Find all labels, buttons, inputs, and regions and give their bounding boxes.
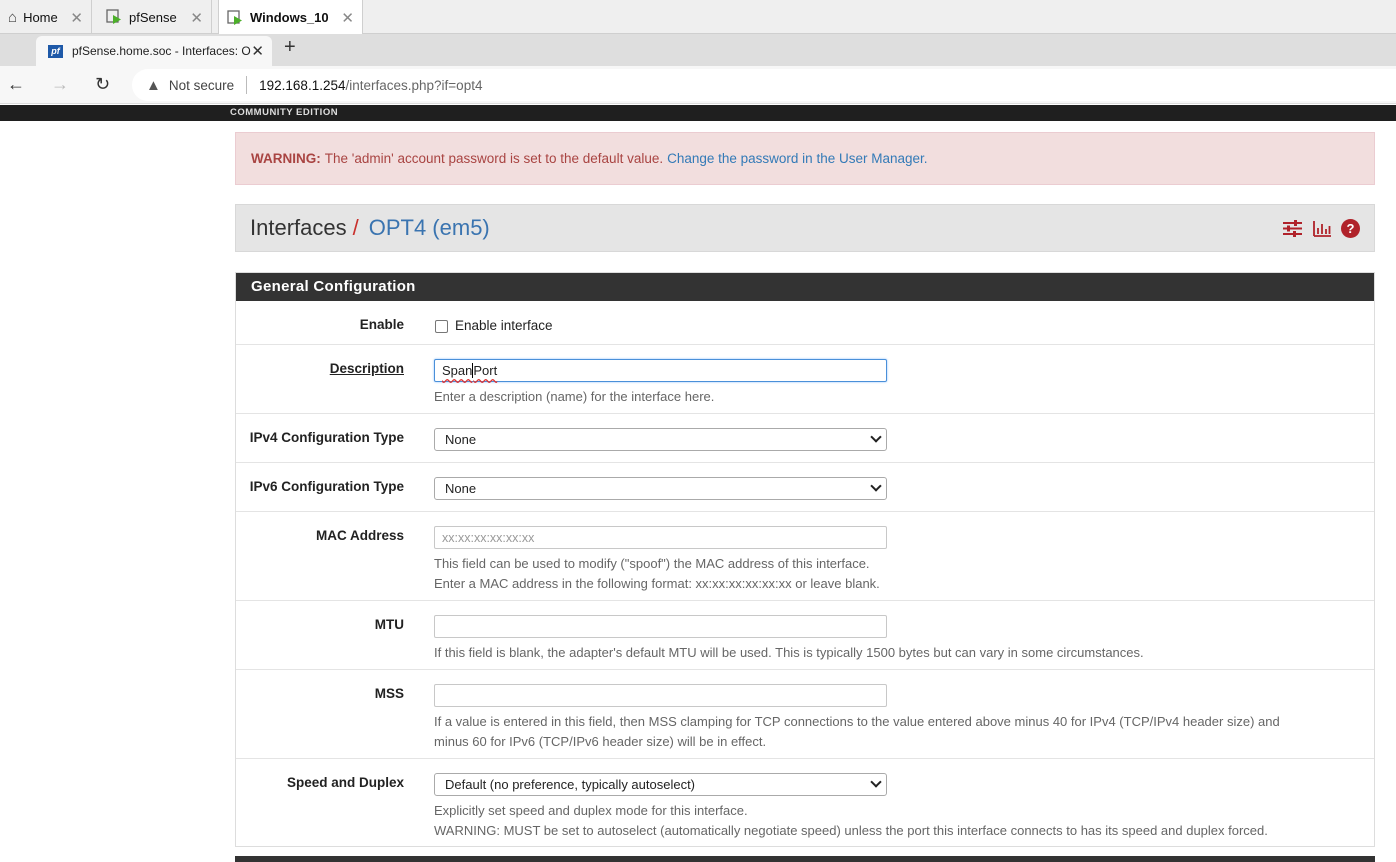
- vm-tab-pfsense[interactable]: pfSense ✕: [98, 0, 212, 34]
- bar-chart-icon[interactable]: [1312, 219, 1331, 238]
- sliders-icon[interactable]: [1283, 219, 1302, 238]
- mac-placeholder: xx:xx:xx:xx:xx:xx: [442, 530, 535, 545]
- ipv4-label: IPv4 Configuration Type: [249, 430, 404, 445]
- panel-title: General Configuration: [236, 273, 1374, 301]
- speed-duplex-help-1: Explicitly set speed and duplex mode for…: [434, 803, 748, 818]
- divider: [246, 76, 248, 94]
- description-value-part1: Span: [442, 363, 473, 378]
- url-host: 192.168.1.254: [259, 77, 346, 93]
- mtu-label: MTU: [374, 617, 404, 632]
- address-bar-row: ← → ↻ ▲ Not secure 192.168.1.254 /interf…: [0, 66, 1396, 104]
- help-icon[interactable]: ?: [1341, 219, 1360, 238]
- speed-duplex-help-2: WARNING: MUST be set to autoselect (auto…: [434, 823, 1268, 838]
- pfsense-header: COMMUNITY EDITION: [0, 105, 1396, 121]
- mss-help-2: minus 60 for IPv6 (TCP/IPv6 header size)…: [434, 734, 767, 749]
- ipv6-label: IPv6 Configuration Type: [249, 479, 404, 494]
- browser-tab-title: pfSense.home.soc - Interfaces: O: [72, 44, 251, 58]
- mac-input[interactable]: xx:xx:xx:xx:xx:xx: [434, 526, 887, 549]
- back-icon[interactable]: ←: [7, 74, 25, 95]
- breadcrumb: Interfaces / OPT4 (em5) ?: [235, 204, 1375, 252]
- alert-label: WARNING:: [251, 151, 321, 166]
- breadcrumb-separator: /: [352, 215, 359, 240]
- vm-tab-home[interactable]: ⌂ Home ✕: [0, 0, 92, 34]
- vm-tab-label: Home: [23, 9, 58, 25]
- home-icon: ⌂: [8, 8, 18, 26]
- mss-help-1: If a value is entered in this field, the…: [434, 714, 1280, 729]
- vm-tab-bar: ⌂ Home ✕ pfSense ✕ Windows_10 ✕: [0, 0, 1396, 35]
- mss-row: MSS If a value is entered in this field,…: [236, 669, 1374, 758]
- url-path: /interfaces.php?if=opt4: [345, 77, 483, 93]
- close-icon[interactable]: ✕: [70, 9, 83, 27]
- mac-help-2: Enter a MAC address in the following for…: [434, 576, 880, 591]
- ipv6-selected: None: [445, 481, 477, 496]
- general-configuration-panel: General Configuration Enable Enable inte…: [235, 272, 1375, 847]
- vm-icon: [106, 9, 122, 25]
- mtu-help: If this field is blank, the adapter's de…: [434, 645, 1144, 660]
- vm-tab-label: pfSense: [129, 9, 177, 25]
- mtu-row: MTU If this field is blank, the adapter'…: [236, 600, 1374, 669]
- warning-alert: WARNING: The 'admin' account password is…: [235, 132, 1375, 185]
- chevron-down-icon: [870, 480, 882, 492]
- enable-label: Enable: [359, 317, 404, 332]
- description-value-part2: Port: [473, 363, 498, 378]
- vm-tab-label: Windows_10: [250, 10, 329, 25]
- mtu-input[interactable]: [434, 615, 887, 638]
- mss-label: MSS: [374, 686, 404, 701]
- ipv4-select[interactable]: None: [434, 428, 887, 451]
- description-help: Enter a description (name) for the inter…: [434, 389, 715, 404]
- enable-checkbox[interactable]: [435, 320, 448, 333]
- change-password-link[interactable]: Change the password in the User Manager.: [667, 151, 927, 166]
- close-tab-icon[interactable]: ✕: [251, 42, 264, 60]
- url-field[interactable]: ▲ Not secure 192.168.1.254 /interfaces.p…: [132, 69, 1396, 101]
- new-tab-icon[interactable]: +: [284, 36, 296, 59]
- reload-icon[interactable]: ↻: [95, 74, 110, 95]
- speed-duplex-row: Speed and Duplex Default (no preference,…: [236, 758, 1374, 846]
- speed-duplex-selected: Default (no preference, typically autose…: [445, 777, 696, 792]
- edition-label: COMMUNITY EDITION: [230, 107, 339, 118]
- vm-icon: [227, 9, 243, 26]
- next-panel-header: [235, 856, 1375, 862]
- mac-row: MAC Address xx:xx:xx:xx:xx:xx This field…: [236, 511, 1374, 600]
- browser-tab-strip: pf pfSense.home.soc - Interfaces: O ✕ +: [0, 34, 1396, 90]
- breadcrumb-actions: ?: [1283, 219, 1360, 238]
- description-input[interactable]: Span Port: [434, 359, 887, 382]
- warning-icon: ▲: [146, 76, 161, 94]
- mss-input[interactable]: [434, 684, 887, 707]
- vm-tab-windows10[interactable]: Windows_10 ✕: [218, 0, 363, 35]
- breadcrumb-section[interactable]: Interfaces: [250, 215, 347, 241]
- close-icon[interactable]: ✕: [190, 9, 203, 27]
- forward-icon[interactable]: →: [51, 74, 69, 95]
- security-label: Not secure: [168, 77, 235, 93]
- description-label: Description: [329, 361, 404, 376]
- ipv4-row: IPv4 Configuration Type None: [236, 413, 1374, 462]
- enable-checkbox-label[interactable]: Enable interface: [455, 318, 553, 333]
- close-icon[interactable]: ✕: [341, 9, 354, 27]
- speed-duplex-select[interactable]: Default (no preference, typically autose…: [434, 773, 887, 796]
- alert-text: The 'admin' account password is set to t…: [324, 151, 664, 166]
- breadcrumb-current[interactable]: OPT4 (em5): [369, 215, 490, 241]
- chevron-down-icon: [870, 431, 882, 443]
- browser-tab[interactable]: pf pfSense.home.soc - Interfaces: O ✕: [36, 36, 272, 66]
- mac-help-1: This field can be used to modify ("spoof…: [434, 556, 870, 571]
- ipv4-selected: None: [445, 432, 477, 447]
- ipv6-select[interactable]: None: [434, 477, 887, 500]
- pfsense-favicon: pf: [48, 44, 63, 58]
- speed-duplex-label: Speed and Duplex: [286, 775, 404, 790]
- description-row: Description Span Port Enter a description…: [236, 344, 1374, 413]
- mac-label: MAC Address: [315, 528, 404, 543]
- chevron-down-icon: [870, 776, 882, 788]
- ipv6-row: IPv6 Configuration Type None: [236, 462, 1374, 511]
- enable-row: Enable Enable interface: [236, 301, 1374, 344]
